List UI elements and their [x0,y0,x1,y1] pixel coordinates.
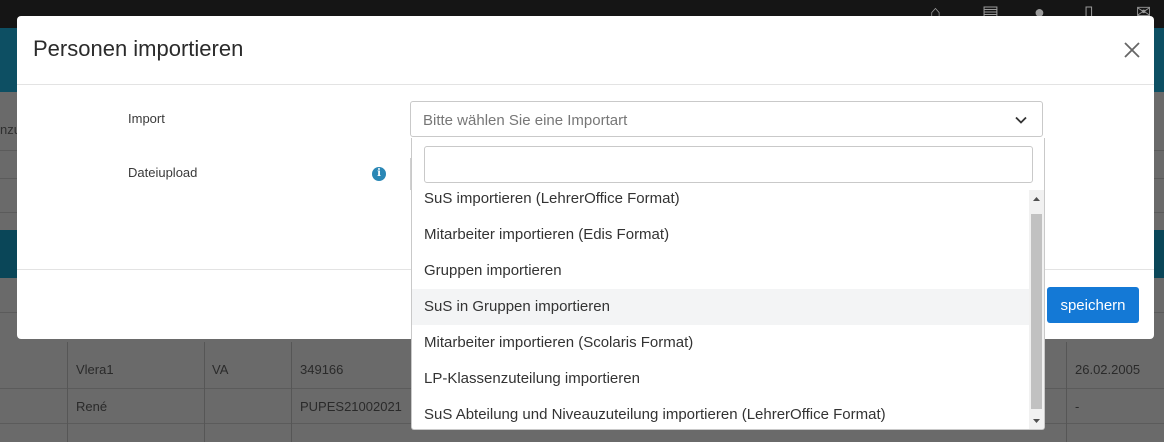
dropdown-scrollbar[interactable] [1029,190,1044,429]
bg-column-line [291,342,292,442]
cell-name: Vlera1 [76,362,114,377]
bg-column-line [1066,342,1067,442]
select-placeholder: Bitte wählen Sie eine Importart [423,112,628,129]
dropdown-option[interactable]: Gruppen importieren [412,253,1029,289]
dropdown-option[interactable]: SuS Abteilung und Niveauzuteilung import… [412,397,1029,429]
cell-date: 26.02.2005 [1075,362,1141,377]
bg-column-line [204,342,205,442]
bg-column-line [67,342,68,442]
cell-name: René [76,399,108,414]
cell-date: - [1075,399,1080,414]
upload-label: Dateiupload [128,165,198,180]
dropdown-option[interactable]: LP-Klassenzuteilung importieren [412,361,1029,397]
dropdown-options: SuS importieren (LehrerOffice Format) Mi… [412,181,1029,429]
dropdown-option-hovered[interactable]: SuS in Gruppen importieren [412,289,1029,325]
scroll-down-icon[interactable] [1029,416,1044,426]
import-type-select[interactable]: Bitte wählen Sie eine Importart [410,101,1043,137]
cell-code: VA [212,362,229,377]
modal-header-divider [17,84,1154,85]
modal-title: Personen importieren [33,36,244,61]
scroll-up-icon[interactable] [1029,194,1044,204]
chevron-down-icon [1015,116,1027,124]
save-button[interactable]: speichern [1047,287,1139,323]
dropdown-option[interactable]: Mitarbeiter importieren (Edis Format) [412,217,1029,253]
import-label: Import [128,111,165,126]
import-type-dropdown: SuS importieren (LehrerOffice Format) Mi… [411,138,1045,430]
scrollbar-thumb[interactable] [1031,214,1042,409]
cell-id: PUPES21002021 [300,399,402,414]
cell-id: 349166 [300,362,344,377]
close-icon[interactable] [1120,38,1144,62]
dropdown-option[interactable]: Mitarbeiter importieren (Scolaris Format… [412,325,1029,361]
info-icon[interactable]: i [372,167,386,181]
dropdown-search-input[interactable] [424,146,1033,183]
dropdown-option[interactable]: SuS importieren (LehrerOffice Format) [412,181,1029,217]
